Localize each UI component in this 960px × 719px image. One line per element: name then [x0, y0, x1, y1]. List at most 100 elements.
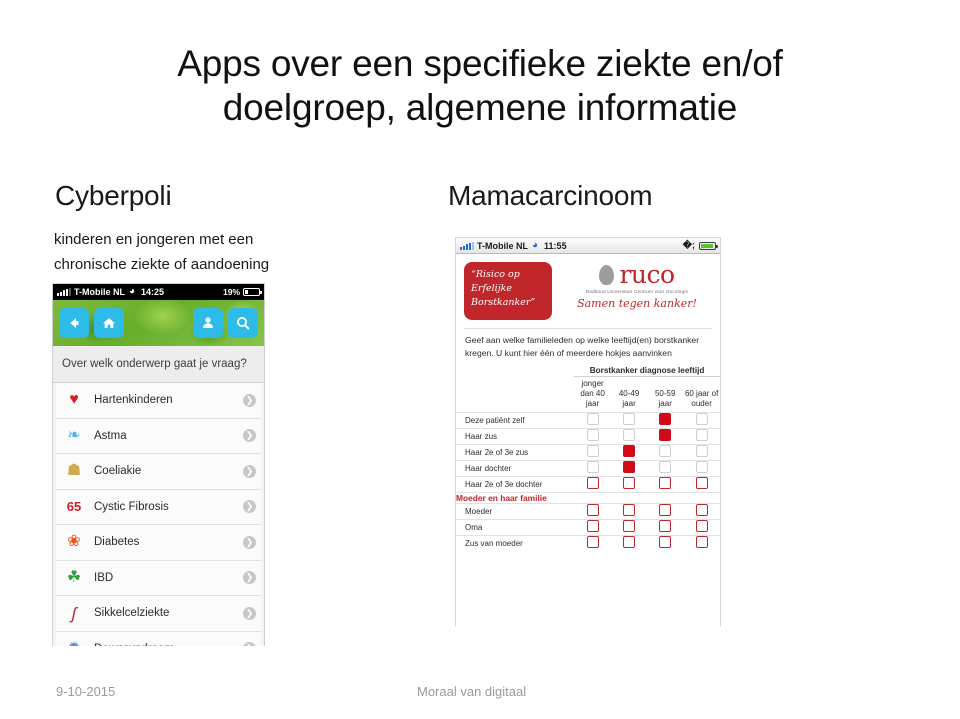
list-item[interactable]: ☘ IBD ❯	[56, 560, 261, 596]
checkbox-cell[interactable]	[647, 411, 684, 429]
checkbox[interactable]	[586, 461, 599, 474]
status-bar: T-Mobile NL ◕ 14:25 19%	[53, 284, 264, 300]
list-item[interactable]: ʃ Sikkelcelziekte ❯	[56, 596, 261, 632]
row-label: Haar zus	[456, 427, 575, 445]
checkbox-cell[interactable]	[647, 502, 684, 520]
checkbox-cell[interactable]	[683, 459, 720, 477]
checkbox[interactable]	[695, 536, 708, 549]
checkbox-cell[interactable]	[683, 534, 720, 551]
checkbox-cell[interactable]	[647, 518, 684, 536]
carrier-label: T-Mobile NL	[74, 287, 125, 297]
checkbox[interactable]	[623, 413, 636, 426]
checkbox-cell[interactable]	[611, 475, 648, 493]
list-item[interactable]: 65 Cystic Fibrosis ❯	[56, 489, 261, 525]
right-column-heading: Mamacarcinoom	[448, 180, 653, 211]
checkbox-cell[interactable]	[647, 443, 684, 461]
checkbox-cell[interactable]	[574, 427, 611, 445]
checkbox-cell[interactable]	[611, 502, 648, 520]
home-button[interactable]	[94, 308, 124, 338]
checkbox[interactable]	[586, 504, 599, 517]
table-group-header-row: Borstkanker diagnose leeftijd	[456, 365, 720, 377]
brand-name: ruco	[619, 260, 675, 289]
checkbox-cell[interactable]	[574, 475, 611, 493]
list-item[interactable]: ❀ Diabetes ❯	[56, 525, 261, 561]
checkbox[interactable]	[623, 429, 636, 442]
column-header: 40-49 jaar	[618, 388, 640, 408]
checkbox-checked[interactable]	[623, 445, 636, 458]
checkbox-cell[interactable]	[574, 534, 611, 551]
checkbox[interactable]	[695, 520, 708, 533]
checkbox-checked[interactable]	[659, 429, 672, 442]
list-item[interactable]: ❧ Astma ❯	[56, 418, 261, 454]
checkbox-cell[interactable]	[611, 534, 648, 551]
checkbox-cell[interactable]	[683, 427, 720, 445]
checkbox[interactable]	[659, 461, 672, 474]
checkbox[interactable]	[586, 536, 599, 549]
table-row: Haar 2e of 3e dochter	[456, 475, 720, 493]
checkbox-cell[interactable]	[574, 459, 611, 477]
sixtyfive-icon: 65	[66, 499, 82, 515]
checkbox-cell[interactable]	[611, 459, 648, 477]
checkbox-cell[interactable]	[647, 427, 684, 445]
clock-label: 14:25	[141, 287, 165, 297]
back-button[interactable]	[59, 308, 89, 338]
checkbox[interactable]	[623, 504, 636, 517]
checkbox-cell[interactable]	[647, 459, 684, 477]
checkbox-cell[interactable]	[574, 443, 611, 461]
checkbox[interactable]	[659, 445, 672, 458]
checkbox[interactable]	[695, 413, 708, 426]
checkbox-cell[interactable]	[611, 411, 648, 429]
row-label: Haar 2e of 3e dochter	[456, 475, 575, 493]
checkbox-cell[interactable]	[611, 427, 648, 445]
checkbox[interactable]	[586, 429, 599, 442]
checkbox[interactable]	[586, 477, 599, 490]
app-navbar	[53, 300, 264, 346]
list-item[interactable]: ✹ Downsyndroom ❯	[56, 631, 261, 646]
checkbox[interactable]	[623, 520, 636, 533]
checkbox[interactable]	[695, 461, 708, 474]
checkbox[interactable]	[586, 413, 599, 426]
checkbox[interactable]	[659, 536, 672, 549]
checkbox[interactable]	[586, 445, 599, 458]
table-row: Oma	[456, 518, 720, 536]
checkbox-cell[interactable]	[647, 534, 684, 551]
app-title-line-3: Borstkanker”	[471, 296, 536, 308]
checkbox[interactable]	[695, 477, 708, 490]
row-label: Deze patiënt zelf	[456, 411, 575, 429]
checkbox-cell[interactable]	[574, 502, 611, 520]
checkbox-cell[interactable]	[683, 475, 720, 493]
app-title-line-2: Erfelijke	[471, 282, 513, 294]
checkbox-cell[interactable]	[611, 518, 648, 536]
checkbox-cell[interactable]	[683, 518, 720, 536]
popsicle-icon: ❀	[67, 533, 81, 551]
back-arrow-icon	[70, 318, 79, 328]
checkbox-cell[interactable]	[683, 411, 720, 429]
checkbox[interactable]	[695, 445, 708, 458]
checkbox-cell[interactable]	[647, 475, 684, 493]
profile-button[interactable]	[193, 308, 223, 338]
checkbox-cell[interactable]	[611, 443, 648, 461]
list-item[interactable]: ☗ Coeliakie ❯	[56, 454, 261, 490]
checkbox-cell[interactable]	[574, 411, 611, 429]
checkbox-cell[interactable]	[683, 502, 720, 520]
checkbox[interactable]	[623, 536, 636, 549]
checkbox[interactable]	[586, 520, 599, 533]
list-item-label: Sikkelcelziekte	[94, 607, 170, 620]
search-button[interactable]	[228, 308, 258, 338]
checkbox-cell[interactable]	[683, 443, 720, 461]
checkbox-checked[interactable]	[623, 461, 636, 474]
section-header: Moeder en haar familie	[456, 491, 720, 504]
checkbox[interactable]	[659, 520, 672, 533]
checkbox-checked[interactable]	[659, 413, 672, 426]
checkbox[interactable]	[659, 477, 672, 490]
list-item[interactable]: ♥ Hartenkinderen ❯	[56, 383, 261, 419]
search-icon	[237, 317, 250, 330]
battery-icon	[243, 288, 262, 296]
checkbox[interactable]	[695, 504, 708, 517]
checkbox[interactable]	[659, 504, 672, 517]
checkbox-cell[interactable]	[574, 518, 611, 536]
checkbox[interactable]	[623, 477, 636, 490]
list-item-label: Cystic Fibrosis	[94, 500, 169, 513]
checkbox[interactable]	[695, 429, 708, 442]
row-label: Haar dochter	[456, 459, 575, 477]
